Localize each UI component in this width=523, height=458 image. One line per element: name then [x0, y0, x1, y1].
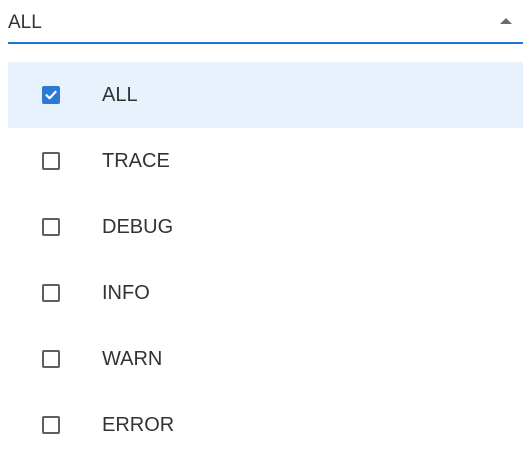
- checkbox-unchecked-icon[interactable]: [42, 416, 60, 434]
- option-warn[interactable]: WARN: [8, 326, 523, 392]
- option-trace[interactable]: TRACE: [8, 128, 523, 194]
- checkbox-unchecked-icon[interactable]: [42, 350, 60, 368]
- checkbox-unchecked-icon[interactable]: [42, 284, 60, 302]
- log-level-select[interactable]: ALL: [8, 0, 523, 44]
- checkbox-unchecked-icon[interactable]: [42, 152, 60, 170]
- checkbox-unchecked-icon[interactable]: [42, 218, 60, 236]
- caret-up-icon[interactable]: [500, 18, 512, 24]
- option-label: WARN: [102, 348, 163, 370]
- select-value: ALL: [8, 12, 42, 33]
- option-label: ERROR: [102, 414, 175, 436]
- option-all[interactable]: ALL: [8, 62, 523, 128]
- log-level-options: ALL TRACE DEBUG INFO WARN ERROR: [8, 62, 523, 458]
- option-info[interactable]: INFO: [8, 260, 523, 326]
- option-label: INFO: [102, 282, 150, 304]
- option-error[interactable]: ERROR: [8, 392, 523, 458]
- option-label: ALL: [102, 84, 138, 106]
- option-debug[interactable]: DEBUG: [8, 194, 523, 260]
- option-label: DEBUG: [102, 216, 174, 238]
- checkbox-checked-icon[interactable]: [42, 86, 60, 104]
- option-label: TRACE: [102, 150, 170, 172]
